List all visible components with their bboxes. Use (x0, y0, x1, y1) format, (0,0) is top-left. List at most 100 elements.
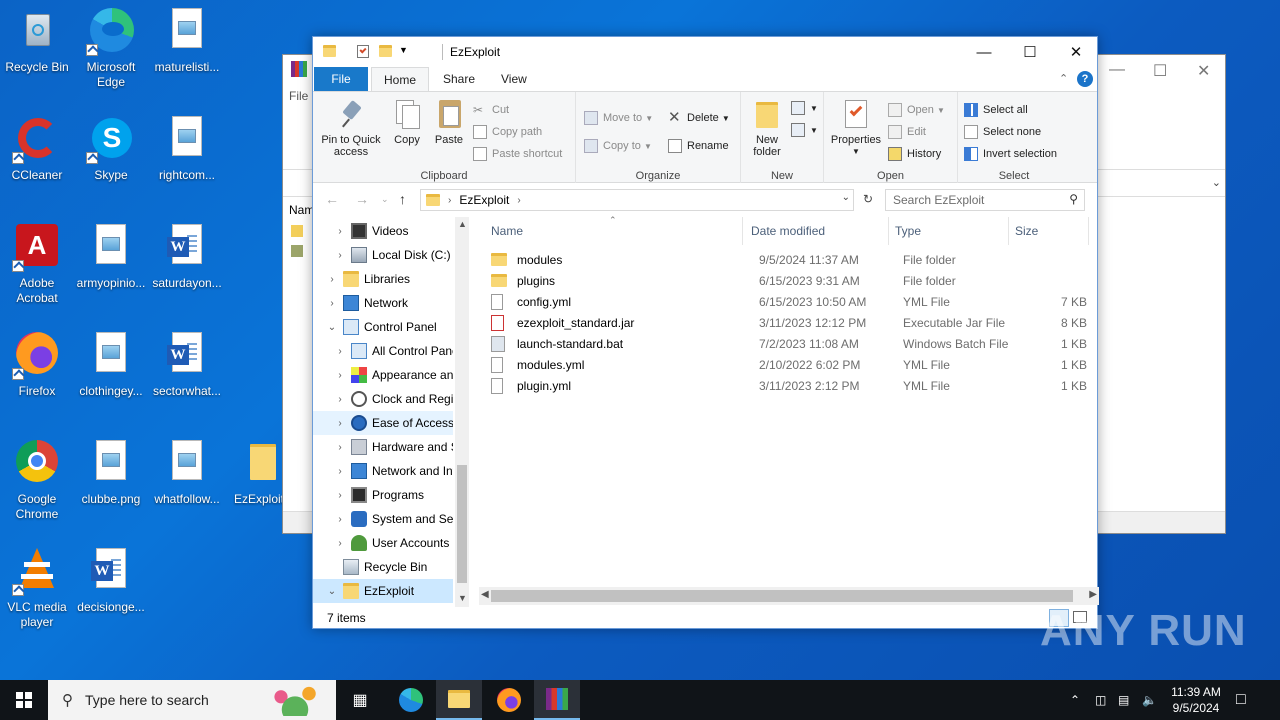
desktop-icon-saturdayon[interactable]: W saturdayon... (150, 220, 224, 324)
taskbar-file-explorer[interactable] (436, 680, 482, 720)
desktop-icon-sectorwhat[interactable]: W sectorwhat... (150, 328, 224, 432)
chevron-right-icon[interactable]: › (333, 418, 347, 429)
properties-qat-icon[interactable] (357, 45, 369, 58)
scroll-right-icon[interactable]: ▶ (1089, 589, 1097, 600)
help-icon[interactable]: ? (1077, 71, 1093, 87)
nav-item-system-security[interactable]: ›System and Security (313, 507, 453, 531)
explorer-titlebar[interactable]: ▼ EzExploit — ☐ ✕ (313, 37, 1097, 67)
file-row[interactable]: modules.yml 2/10/2022 6:02 PM YML File 1 KB (479, 354, 1089, 375)
rename-button[interactable]: Rename (668, 136, 729, 156)
desktop-icon-clubbe[interactable]: clubbe.png (74, 436, 148, 540)
desktop-icon-armyopinion[interactable]: armyopinio... (74, 220, 148, 324)
file-list-horizontal-scrollbar[interactable]: ◀ ▶ (479, 587, 1099, 605)
column-header-size[interactable]: Size (1009, 217, 1089, 245)
chevron-down-icon[interactable]: ⌄ (325, 586, 339, 597)
desktop-icon-microsoft-edge[interactable]: Microsoft Edge (74, 4, 148, 108)
nav-item-recycle-bin[interactable]: Recycle Bin (313, 555, 453, 579)
chevron-right-icon[interactable]: › (325, 298, 339, 309)
scroll-up-icon[interactable]: ▲ (458, 219, 467, 229)
file-row[interactable]: plugin.yml 3/11/2023 2:12 PM YML File 1 KB (479, 375, 1089, 396)
forward-arrow-icon[interactable]: → (355, 191, 369, 207)
taskbar-winrar[interactable] (534, 680, 580, 720)
column-header-name[interactable]: Name (485, 217, 743, 245)
nav-item-appearance[interactable]: ›Appearance and Personalization (313, 363, 453, 387)
desktop-icon-rightcom[interactable]: rightcom... (150, 112, 224, 216)
desktop-icon-ccleaner[interactable]: CCleaner (0, 112, 74, 216)
file-row[interactable]: config.yml 6/15/2023 10:50 AM YML File 7 KB (479, 291, 1089, 312)
easy-access-button[interactable]: ▼ (791, 120, 818, 140)
desktop-icon-whatfollow[interactable]: whatfollow... (150, 436, 224, 540)
nav-item-network[interactable]: › Network (313, 291, 453, 315)
nav-item-hardware-sound[interactable]: ›Hardware and Sound (313, 435, 453, 459)
tray-clock[interactable]: 11:39 AM 9/5/2024 (1166, 680, 1226, 720)
qat-dropdown-icon[interactable]: ▼ (399, 45, 408, 55)
nav-item-libraries[interactable]: › Libraries (313, 267, 453, 291)
paste-button[interactable]: Paste (431, 98, 467, 146)
breadcrumb-ezexploit[interactable]: EzExploit (459, 193, 509, 207)
tray-network-icon[interactable]: ▤ (1118, 680, 1136, 720)
nav-item-network-internet[interactable]: ›Network and Internet (313, 459, 453, 483)
close-button[interactable]: ✕ (1053, 37, 1099, 67)
winrar-menu-file[interactable]: File (289, 89, 308, 103)
chevron-right-icon[interactable]: › (333, 226, 347, 237)
nav-item-ease-of-access[interactable]: › Ease of Access (313, 411, 453, 435)
desktop-icon-google-chrome[interactable]: Google Chrome (0, 436, 74, 540)
notifications-icon[interactable]: □ (1236, 680, 1258, 720)
scroll-left-icon[interactable]: ◀ (481, 589, 489, 600)
copy-to-button[interactable]: Copy to ▼ (584, 136, 652, 156)
taskbar-edge[interactable] (388, 680, 434, 720)
chevron-right-icon[interactable]: › (333, 346, 347, 357)
properties-button[interactable]: Properties ▼ (828, 98, 884, 158)
tray-overflow-icon[interactable]: ⌃ (1070, 680, 1088, 720)
back-arrow-icon[interactable]: ← (325, 191, 339, 207)
address-bar[interactable]: › EzExploit › ↻ ⌄ (420, 189, 873, 211)
file-explorer-window[interactable]: ▼ EzExploit — ☐ ✕ File Home Share View ⌃… (312, 36, 1099, 629)
up-arrow-icon[interactable]: ↑ (399, 191, 406, 207)
invert-selection-button[interactable]: Invert selection (964, 144, 1057, 164)
file-row[interactable]: modules 9/5/2024 11:37 AM File folder (479, 249, 1089, 270)
nav-item-ezexploit[interactable]: ⌄ EzExploit (313, 579, 453, 603)
chevron-right-icon[interactable]: › (333, 442, 347, 453)
copy-path-button[interactable]: Copy path (473, 122, 542, 142)
maximize-icon[interactable]: ☐ (1153, 61, 1167, 81)
nav-item-clock-region[interactable]: ›Clock and Region (313, 387, 453, 411)
scrollbar-thumb[interactable] (457, 465, 467, 583)
desktop-icon-recycle-bin[interactable]: Recycle Bin (0, 4, 74, 108)
nav-item-all-control-panel-items[interactable]: ›All Control Panel Items (313, 339, 453, 363)
edit-button[interactable]: Edit (888, 122, 926, 142)
desktop-icon-skype[interactable]: S Skype (74, 112, 148, 216)
chevron-right-icon[interactable]: › (333, 490, 347, 501)
chevron-right-icon[interactable]: › (325, 274, 339, 285)
column-header-date[interactable]: Date modified (745, 217, 889, 245)
desktop-icon-decisionge[interactable]: W decisionge... (74, 544, 148, 648)
winrar-column-header[interactable]: Nam (289, 203, 314, 217)
copy-button[interactable]: Copy (389, 98, 425, 146)
minimize-button[interactable]: — (961, 37, 1007, 67)
file-row[interactable]: launch-standard.bat 7/2/2023 11:08 AM Wind… (479, 333, 1089, 354)
chevron-down-icon[interactable]: ⌄ (1212, 176, 1221, 189)
chevron-right-icon[interactable]: › (333, 538, 347, 549)
open-button[interactable]: Open ▼ (888, 100, 945, 120)
maximize-button[interactable]: ☐ (1007, 37, 1053, 67)
taskbar-search-box[interactable]: ⚲ Type here to search (48, 680, 336, 720)
nav-pane-scrollbar[interactable]: ▲ ▼ (455, 217, 469, 607)
desktop-icon-maturelisti[interactable]: maturelisti... (150, 4, 224, 108)
select-none-button[interactable]: Select none (964, 122, 1041, 142)
desktop-icon-vlc[interactable]: VLC media player (0, 544, 74, 648)
start-button[interactable] (0, 680, 48, 720)
close-icon[interactable]: ✕ (1197, 61, 1210, 81)
new-item-button[interactable]: ▼ (791, 98, 818, 118)
cut-button[interactable]: ✂ Cut (473, 100, 509, 120)
search-box[interactable]: Search EzExploit ⚲ (885, 189, 1085, 211)
paste-shortcut-button[interactable]: Paste shortcut (473, 144, 562, 164)
tab-file[interactable]: File (314, 67, 368, 91)
select-all-button[interactable]: Select all (964, 100, 1028, 120)
nav-item-local-disk[interactable]: › Local Disk (C:) (313, 243, 453, 267)
scrollbar-thumb[interactable] (491, 590, 1073, 602)
chevron-down-icon[interactable]: ⌄ (325, 322, 339, 333)
refresh-icon[interactable]: ↻ (863, 192, 873, 206)
tray-volume-icon[interactable]: 🔈 (1142, 680, 1160, 720)
chevron-right-icon[interactable]: › (333, 250, 347, 261)
recent-locations-icon[interactable]: ⌄ (381, 194, 389, 205)
desktop-icon-firefox[interactable]: Firefox (0, 328, 74, 432)
